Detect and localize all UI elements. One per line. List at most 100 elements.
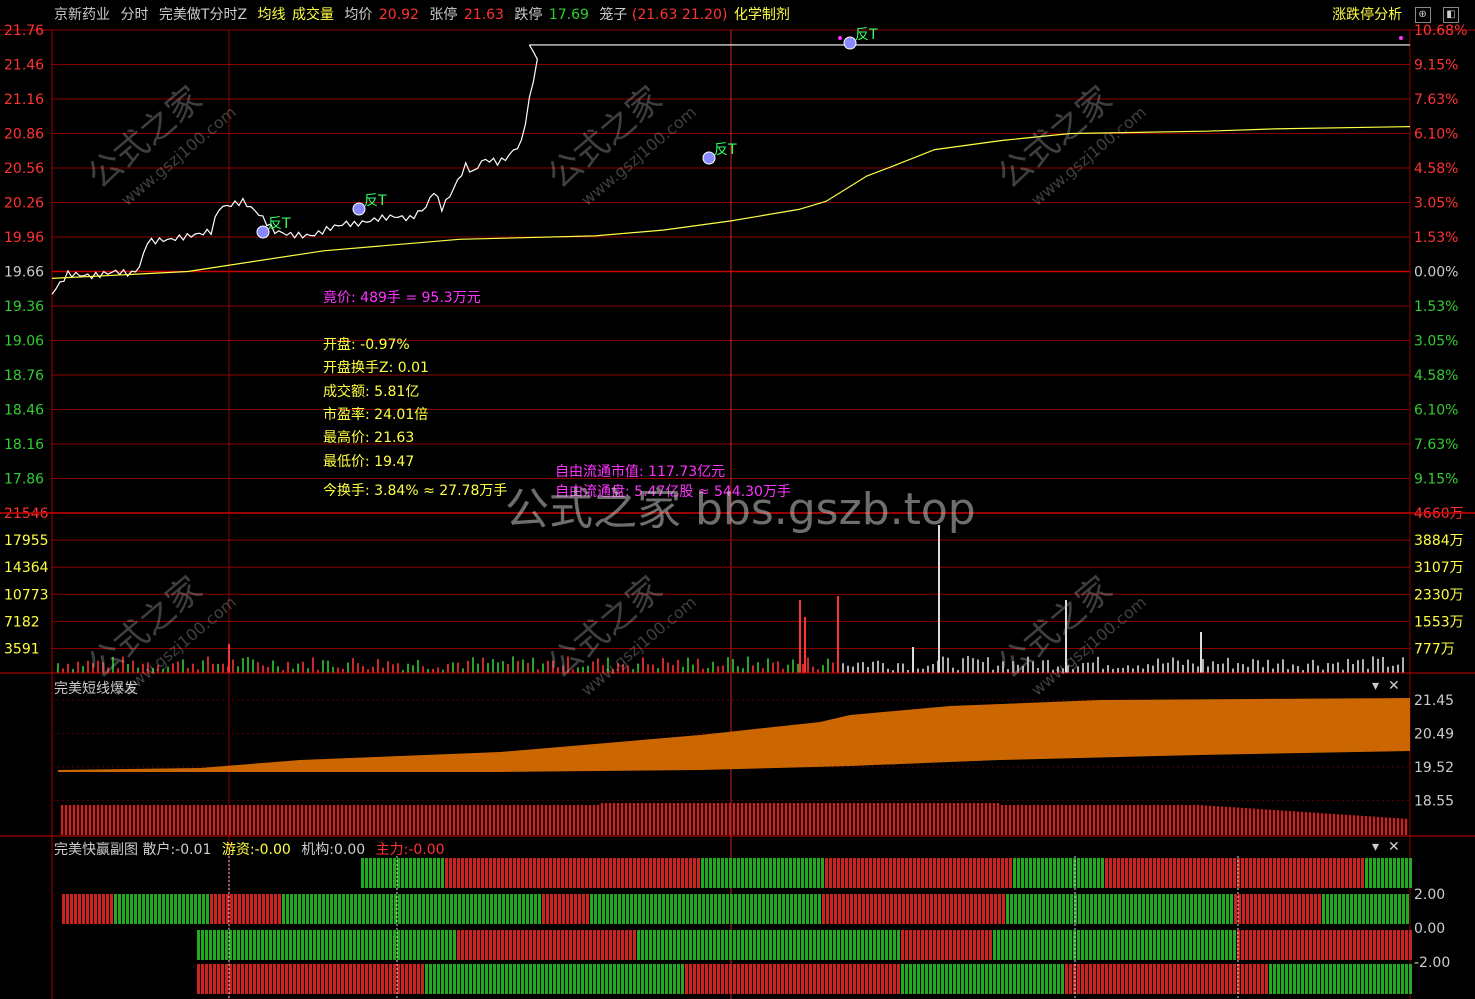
dropdown-icon[interactable]: ▾ bbox=[1372, 839, 1379, 855]
sub2-bar bbox=[1341, 858, 1344, 888]
sub2-bar bbox=[850, 894, 853, 924]
sub2-bar bbox=[609, 930, 612, 960]
sub2-bar bbox=[1037, 858, 1040, 888]
sub2-bar bbox=[917, 858, 920, 888]
sub2-bar bbox=[1114, 894, 1117, 924]
avg-line-label: 均线 bbox=[257, 7, 286, 23]
sub2-bar bbox=[1169, 930, 1172, 960]
sub1-title[interactable]: 完美短线爆发 bbox=[54, 678, 138, 698]
sub2-bar bbox=[250, 894, 253, 924]
sub2-bar bbox=[789, 858, 792, 888]
sub2-bar bbox=[393, 964, 396, 994]
sub2-bar bbox=[765, 964, 768, 994]
sub2-bar bbox=[1121, 964, 1124, 994]
sub2-bar bbox=[1089, 964, 1092, 994]
sub2-bar bbox=[446, 894, 449, 924]
sub2-bar bbox=[321, 964, 324, 994]
sub2-bar bbox=[1077, 858, 1080, 888]
sub2-bar bbox=[1133, 964, 1136, 994]
sub2-bar bbox=[946, 894, 949, 924]
sub2-bar bbox=[301, 964, 304, 994]
sub2-bar bbox=[329, 930, 332, 960]
sub2-bar bbox=[217, 964, 220, 994]
sub2-bar bbox=[518, 894, 521, 924]
sub2-bar bbox=[698, 894, 701, 924]
sector-label[interactable]: 化学制剂 bbox=[734, 7, 790, 23]
sub2-bar bbox=[1285, 930, 1288, 960]
sub2-bar bbox=[545, 858, 548, 888]
sub2-bar bbox=[489, 964, 492, 994]
window-icon[interactable]: ◧ bbox=[1443, 7, 1459, 23]
sub2-bar bbox=[1193, 858, 1196, 888]
sub2-bar bbox=[885, 930, 888, 960]
sub2-bar bbox=[405, 858, 408, 888]
sub2-bar bbox=[1401, 930, 1404, 960]
sub2-bar bbox=[265, 964, 268, 994]
sub2-bar bbox=[1214, 894, 1217, 924]
sub2-controls[interactable]: ▾ ✕ bbox=[1372, 839, 1400, 855]
volume-tick-left: 14364 bbox=[4, 560, 49, 576]
sub2-bar bbox=[617, 858, 620, 888]
dropdown-icon[interactable]: ▾ bbox=[1372, 678, 1379, 694]
sub2-bar bbox=[1366, 894, 1369, 924]
sub2-bar bbox=[897, 964, 900, 994]
sub2-bar bbox=[729, 964, 732, 994]
sub2-bar bbox=[1217, 858, 1220, 888]
sub2-bar bbox=[613, 858, 616, 888]
sub2-bar bbox=[1265, 930, 1268, 960]
sub2-bar bbox=[1309, 930, 1312, 960]
sub2-bar bbox=[258, 894, 261, 924]
sub2-bar bbox=[1209, 930, 1212, 960]
sub2-bar bbox=[1262, 894, 1265, 924]
sub2-title[interactable]: 完美快赢副图 bbox=[54, 842, 138, 858]
sub2-bar bbox=[1317, 964, 1320, 994]
sub2-bar bbox=[1045, 964, 1048, 994]
sub2-bar bbox=[505, 964, 508, 994]
sub2-bar bbox=[597, 964, 600, 994]
amount-info: 成交额: 5.81亿 bbox=[323, 384, 420, 400]
sub2-bar bbox=[1069, 930, 1072, 960]
sub2-bar bbox=[357, 964, 360, 994]
sub2-bar bbox=[574, 894, 577, 924]
sub2-bar bbox=[753, 858, 756, 888]
sub2-bar bbox=[1157, 930, 1160, 960]
indicator-name[interactable]: 完美做T分时Z bbox=[159, 7, 247, 23]
chart-header: 京新药业 分时 完美做T分时Z 均线 成交量 均价 20.92 张停 21.63… bbox=[0, 0, 1475, 30]
sub2-bar bbox=[1109, 964, 1112, 994]
sub2-bar bbox=[1401, 964, 1404, 994]
sub2-bar bbox=[385, 930, 388, 960]
sub2-bar bbox=[285, 930, 288, 960]
sub2-bar bbox=[1325, 930, 1328, 960]
sub2-bar bbox=[146, 894, 149, 924]
limit-analysis-link[interactable]: 涨跌停分析 bbox=[1332, 7, 1402, 23]
sub2-bar bbox=[334, 894, 337, 924]
sub2-bar bbox=[1397, 930, 1400, 960]
sub2-bar bbox=[1065, 858, 1068, 888]
sub2-bar bbox=[537, 964, 540, 994]
sub2-bar bbox=[661, 858, 664, 888]
stock-name[interactable]: 京新药业 bbox=[54, 7, 110, 23]
sub2-bar bbox=[778, 894, 781, 924]
sub2-bar bbox=[685, 964, 688, 994]
sub2-bar bbox=[705, 858, 708, 888]
sub2-bar bbox=[1278, 894, 1281, 924]
sub2-bar bbox=[749, 930, 752, 960]
sub2-bar bbox=[594, 894, 597, 924]
sub2-bar bbox=[377, 858, 380, 888]
sub2-bar bbox=[202, 894, 205, 924]
sub2-bar bbox=[986, 894, 989, 924]
close-icon[interactable]: ✕ bbox=[1388, 678, 1400, 694]
sub2-bar bbox=[1205, 964, 1208, 994]
expand-icon[interactable]: ⊕ bbox=[1414, 7, 1431, 23]
sub1-controls[interactable]: ▾ ✕ bbox=[1372, 678, 1400, 694]
sub2-bar bbox=[1081, 858, 1084, 888]
sub2-bar bbox=[905, 964, 908, 994]
sub2-bar bbox=[1329, 930, 1332, 960]
sub2-bar bbox=[945, 964, 948, 994]
sub2-bar bbox=[481, 858, 484, 888]
sub2-bar bbox=[1393, 858, 1396, 888]
sub2-bar bbox=[1213, 858, 1216, 888]
close-icon[interactable]: ✕ bbox=[1388, 839, 1400, 855]
sub2-bar bbox=[225, 964, 228, 994]
sub2-bar bbox=[501, 964, 504, 994]
